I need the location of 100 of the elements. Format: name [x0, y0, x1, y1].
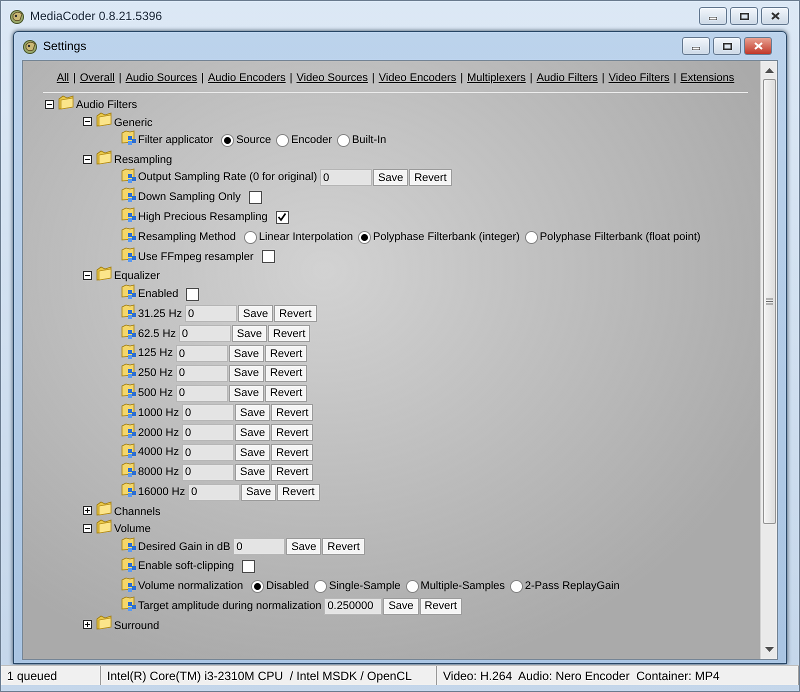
maximize-button[interactable] — [730, 7, 758, 25]
close-button[interactable] — [761, 7, 789, 25]
checkbox[interactable] — [186, 288, 200, 301]
radio-button[interactable] — [251, 580, 264, 594]
radio-label[interactable]: Linear Interpolation — [258, 228, 354, 246]
radio-label[interactable]: Built-In — [352, 132, 386, 149]
action-button[interactable]: Save — [228, 384, 264, 402]
action-button[interactable]: Revert — [264, 364, 308, 382]
expander-icon[interactable] — [83, 154, 92, 164]
expander-icon[interactable] — [83, 506, 92, 516]
nav-link[interactable]: All — [56, 70, 70, 86]
minimize-button[interactable] — [699, 7, 727, 25]
expander-icon[interactable] — [45, 100, 54, 109]
radio-button[interactable] — [221, 134, 234, 147]
expander-icon[interactable] — [83, 271, 92, 280]
radio-button[interactable] — [276, 134, 290, 147]
radio-label[interactable]: Multiple-Samples — [420, 578, 505, 595]
radio-label[interactable]: Encoder — [291, 132, 332, 149]
nav-link[interactable]: Multiplexers — [467, 70, 526, 86]
checkbox[interactable] — [276, 210, 289, 224]
nav-link[interactable]: Video Filters — [608, 70, 670, 86]
text-field[interactable]: 0 — [178, 325, 231, 342]
radio-button[interactable] — [510, 580, 523, 594]
action-button[interactable]: Save — [228, 364, 264, 382]
action-button[interactable]: Revert — [409, 169, 452, 186]
text-field[interactable]: 0 — [188, 484, 240, 501]
text-field[interactable]: 0 — [176, 364, 228, 382]
action-button[interactable]: Revert — [322, 538, 365, 556]
action-button[interactable]: Revert — [420, 598, 462, 615]
text-field[interactable]: 0 — [176, 384, 228, 402]
action-button[interactable]: Revert — [264, 384, 308, 402]
action-button[interactable]: Save — [234, 464, 270, 481]
group-label[interactable]: Equalizer — [114, 268, 160, 285]
action-button[interactable]: Revert — [274, 305, 317, 322]
close-button[interactable] — [744, 37, 772, 55]
nav-link[interactable]: Audio Sources — [126, 70, 198, 86]
radio-label[interactable]: Polyphase Filterbank (integer) — [373, 228, 520, 246]
action-button[interactable]: Revert — [271, 424, 314, 442]
radio-button[interactable] — [244, 230, 257, 244]
nav-link[interactable]: Audio Encoders — [208, 70, 286, 86]
radio-button[interactable] — [524, 230, 538, 244]
radio-label[interactable]: Disabled — [266, 578, 309, 595]
text-field[interactable]: 0 — [182, 424, 234, 442]
radio-label[interactable]: Polyphase Filterbank (float point) — [540, 228, 701, 246]
action-button[interactable]: Save — [232, 325, 267, 342]
text-field[interactable]: 0 — [182, 464, 234, 481]
radio-label[interactable]: Source — [236, 132, 272, 149]
text-field[interactable]: 0 — [233, 538, 286, 556]
action-button[interactable]: Save — [286, 538, 322, 556]
expander-icon[interactable] — [83, 117, 92, 126]
action-button[interactable]: Revert — [271, 444, 314, 462]
expander-icon[interactable] — [83, 620, 92, 630]
radio-button[interactable] — [406, 580, 419, 594]
action-button[interactable]: Revert — [271, 404, 314, 422]
action-button[interactable]: Save — [234, 424, 270, 442]
expander-icon[interactable] — [83, 524, 92, 533]
radio-label[interactable]: Single-Sample — [328, 578, 401, 595]
nav-link[interactable]: Overall — [80, 70, 115, 86]
setting-label: Volume normalization — [138, 579, 244, 594]
radio-label[interactable]: 2-Pass ReplayGain — [524, 578, 620, 595]
action-button[interactable]: Save — [228, 345, 264, 362]
text-field[interactable]: 0 — [185, 305, 238, 322]
action-button[interactable]: Save — [241, 484, 276, 501]
action-button[interactable]: Revert — [277, 484, 320, 501]
scroll-up-icon[interactable] — [764, 68, 774, 74]
setting-icon — [121, 187, 137, 202]
radio-button[interactable] — [314, 580, 327, 594]
action-button[interactable]: Save — [238, 305, 274, 322]
action-button[interactable]: Save — [234, 444, 270, 462]
nav-link[interactable]: Audio Filters — [536, 70, 598, 86]
text-field[interactable]: 0.250000 — [324, 598, 382, 615]
group-label[interactable]: Resampling — [114, 152, 172, 168]
checkbox[interactable] — [262, 250, 275, 264]
checkbox[interactable] — [242, 560, 256, 574]
scrollbar-thumb[interactable] — [762, 79, 776, 524]
group-label[interactable]: Surround — [114, 618, 160, 634]
radio-button[interactable] — [337, 134, 350, 147]
scrollbar[interactable] — [760, 61, 777, 659]
nav-link[interactable]: Video Encoders — [378, 70, 456, 86]
group-label[interactable]: Audio Filters — [76, 97, 138, 114]
nav-link[interactable]: Video Sources — [296, 70, 368, 86]
text-field[interactable]: 0 — [182, 444, 234, 462]
group-label[interactable]: Channels — [114, 504, 160, 520]
radio-button[interactable] — [358, 230, 372, 244]
action-button[interactable]: Revert — [264, 345, 308, 362]
maximize-button[interactable] — [713, 37, 741, 55]
minimize-button[interactable] — [682, 37, 710, 55]
action-button[interactable]: Save — [234, 404, 270, 422]
group-label[interactable]: Generic — [114, 114, 153, 131]
scroll-down-icon[interactable] — [764, 646, 774, 652]
action-button[interactable]: Revert — [271, 464, 314, 481]
group-label[interactable]: Volume — [114, 521, 151, 538]
action-button[interactable]: Revert — [268, 325, 310, 342]
text-field[interactable]: 0 — [320, 169, 372, 186]
text-field[interactable]: 0 — [182, 404, 234, 422]
text-field[interactable]: 0 — [176, 345, 228, 362]
action-button[interactable]: Save — [373, 169, 408, 186]
nav-link[interactable]: Extensions — [680, 70, 734, 86]
action-button[interactable]: Save — [383, 598, 419, 615]
checkbox[interactable] — [248, 190, 262, 204]
